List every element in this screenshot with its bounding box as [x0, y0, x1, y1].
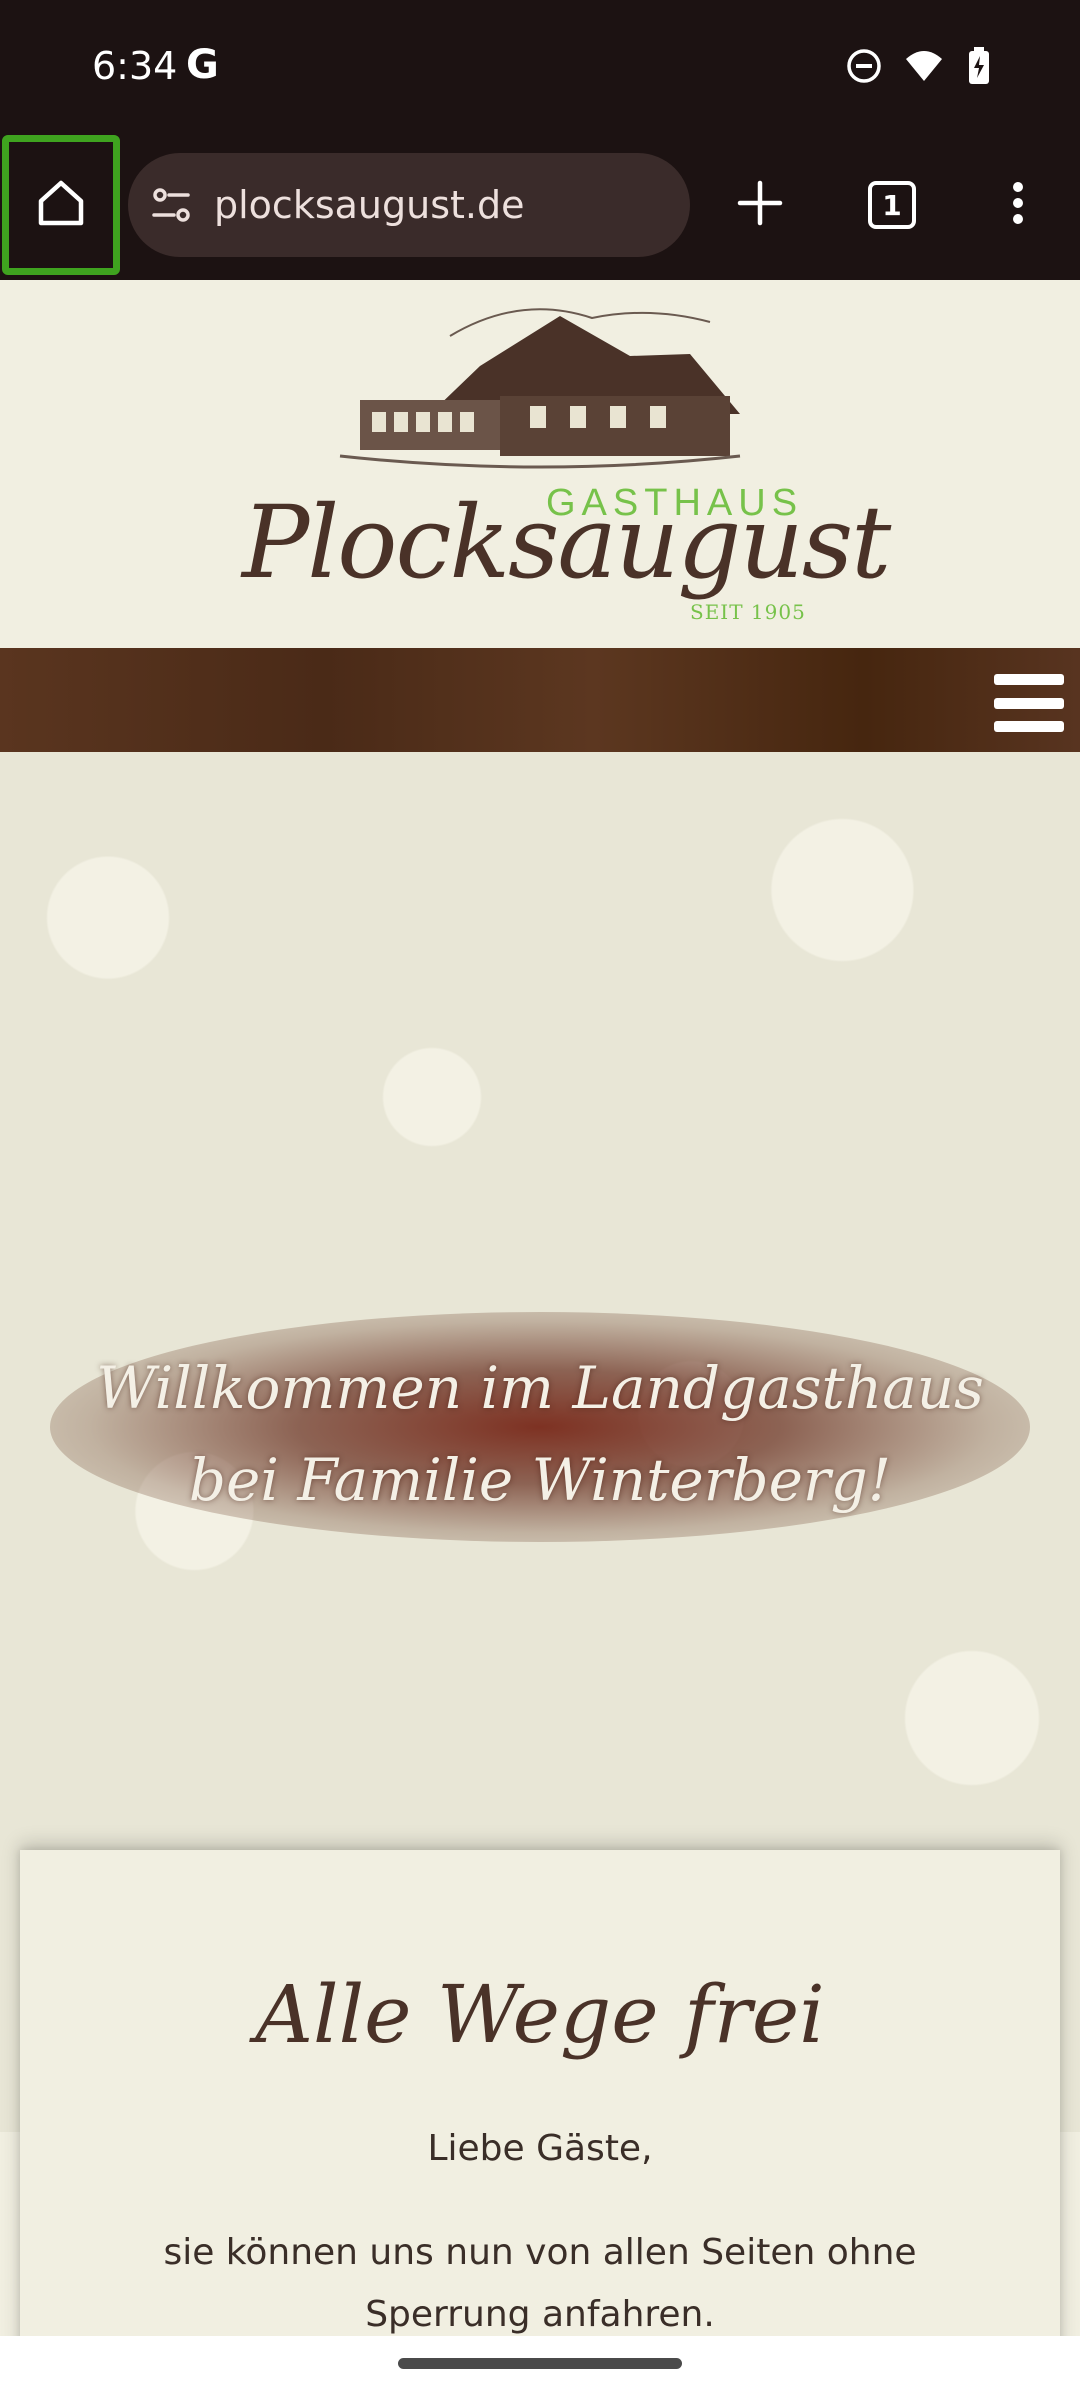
home-icon	[35, 177, 87, 234]
browser-toolbar: plocksaugust.de 1	[0, 135, 1080, 280]
wifi-icon	[904, 49, 944, 88]
do-not-disturb-icon	[846, 48, 882, 89]
logo-name-text: Plocksaugust	[242, 484, 891, 601]
address-bar[interactable]: plocksaugust.de	[128, 153, 690, 257]
status-bar: 6:34 G	[0, 0, 1080, 135]
notice-body: sie können uns nun von allen Seiten ohne…	[163, 2232, 917, 2335]
status-time: 6:34	[92, 44, 178, 88]
house-illustration	[330, 296, 750, 481]
notice-greeting: Liebe Gäste,	[427, 2128, 653, 2169]
status-icons	[846, 46, 992, 91]
gesture-navigation-area	[0, 2336, 1080, 2400]
hero-line-1: Willkommen im Landgasthaus	[96, 1354, 984, 1422]
new-tab-button[interactable]	[710, 135, 810, 275]
tab-switcher-button[interactable]: 1	[842, 135, 942, 275]
plus-icon	[736, 179, 784, 232]
site-logo[interactable]: GASTHAUS Plocksaugust SEIT 1905	[230, 296, 891, 636]
more-vert-icon	[1011, 180, 1025, 231]
url-text: plocksaugust.de	[214, 183, 525, 227]
site-settings-icon[interactable]	[148, 181, 196, 229]
battery-icon	[966, 46, 992, 91]
notice-card: Alle Wege frei Liebe Gäste, sie können u…	[20, 1850, 1060, 2336]
google-icon: G	[186, 42, 219, 88]
home-gesture-handle[interactable]	[398, 2358, 682, 2369]
menu-icon-line	[994, 674, 1064, 685]
hamburger-menu-button[interactable]	[994, 674, 1064, 732]
site-header: GASTHAUS Plocksaugust SEIT 1905	[0, 280, 1080, 648]
menu-icon-line	[994, 721, 1064, 732]
menu-icon-line	[994, 697, 1064, 709]
web-content: GASTHAUS Plocksaugust SEIT 1905 Willkomm…	[0, 280, 1080, 2336]
home-button[interactable]	[2, 135, 120, 275]
notice-title: Alle Wege frei	[255, 1968, 825, 2061]
more-menu-button[interactable]	[968, 135, 1068, 275]
hero-welcome-text: Willkommen im Landgasthaus bei Familie W…	[0, 1342, 1080, 1526]
logo-since-text: SEIT 1905	[690, 600, 806, 624]
browser-screen: 6:34 G plocksaugust.de 1 GASTHAUS Plocks…	[0, 0, 1080, 2400]
site-nav-bar	[0, 648, 1080, 752]
hero-line-2: bei Familie Winterberg!	[188, 1446, 892, 1514]
tab-count: 1	[868, 181, 916, 229]
